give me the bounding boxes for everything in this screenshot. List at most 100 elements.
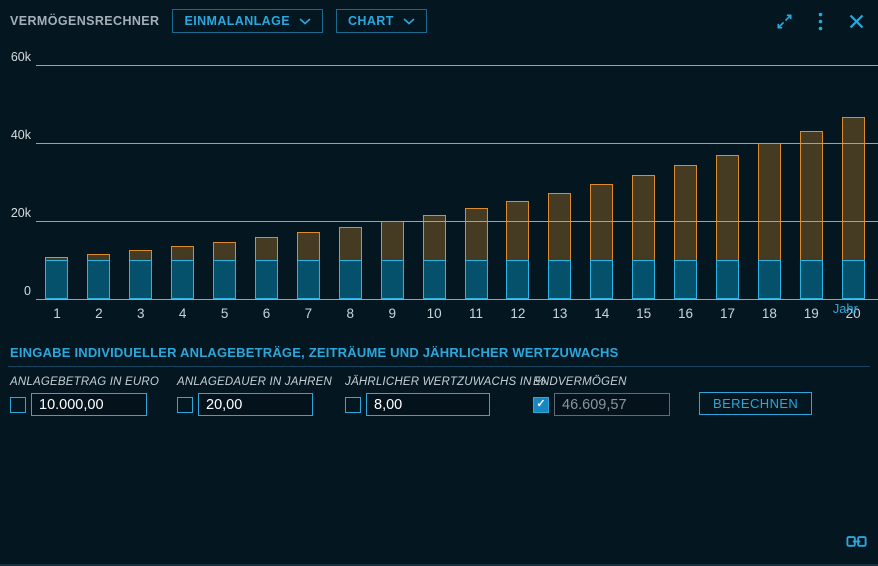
chart-bar-year-19[interactable] xyxy=(800,131,823,299)
x-tick-label: 16 xyxy=(665,306,707,321)
input-wertzuwachs[interactable]: 8,00 xyxy=(366,393,490,416)
x-tick-label: 13 xyxy=(539,306,581,321)
chart-bar-year-4[interactable] xyxy=(171,246,194,299)
gridline xyxy=(36,65,878,66)
bar-segment-base xyxy=(548,260,571,299)
chart-bar-year-13[interactable] xyxy=(548,193,571,299)
bar-segment-growth xyxy=(465,208,488,260)
bar-segment-base xyxy=(129,260,152,299)
chart-bar-year-17[interactable] xyxy=(716,155,739,299)
bar-slot xyxy=(413,215,455,299)
bar-segment-growth xyxy=(506,201,529,260)
input-endvermoegen[interactable]: 46.609,57 xyxy=(554,393,670,416)
bar-segment-growth xyxy=(842,117,865,260)
x-tick-label: 5 xyxy=(204,306,246,321)
chart-bar-year-5[interactable] xyxy=(213,242,236,299)
x-tick-label: 9 xyxy=(371,306,413,321)
bar-segment-base xyxy=(674,260,697,299)
checkbox-anlagebetrag-unchecked[interactable] xyxy=(10,397,26,413)
chart-bar-year-14[interactable] xyxy=(590,184,613,299)
close-icon[interactable] xyxy=(846,11,866,31)
checkbox-endvermoegen-checked[interactable]: ✓ xyxy=(533,397,549,413)
y-tick-label: 20k xyxy=(0,206,31,220)
dropdown-view-chart[interactable]: CHART xyxy=(336,9,427,33)
checkbox-wertzuwachs-unchecked[interactable] xyxy=(345,397,361,413)
link-icon[interactable] xyxy=(846,535,867,553)
bar-segment-base xyxy=(171,260,194,299)
header-bar: VERMÖGENSRECHNER EINMALANLAGE CHART xyxy=(0,0,878,42)
field-group-wertzuwachs: JÄHRLICHER WERTZUWACHS IN % 8,00 xyxy=(345,376,546,416)
bars-area xyxy=(36,65,874,299)
bar-segment-growth xyxy=(213,242,236,260)
x-tick-label: 11 xyxy=(455,306,497,321)
bar-slot xyxy=(371,221,413,299)
chart-bar-year-6[interactable] xyxy=(255,237,278,299)
x-tick-label: 18 xyxy=(748,306,790,321)
bar-slot xyxy=(832,117,874,299)
bar-segment-growth xyxy=(716,155,739,260)
expand-icon[interactable] xyxy=(774,11,794,31)
bar-slot xyxy=(162,246,204,299)
bar-segment-base xyxy=(506,260,529,299)
bar-segment-base xyxy=(590,260,613,299)
berechnen-button[interactable]: BERECHNEN xyxy=(699,392,812,415)
bar-segment-base xyxy=(842,260,865,299)
field-label-anlagebetrag: ANLAGEBETRAG IN EURO xyxy=(10,376,159,388)
bar-segment-growth xyxy=(297,232,320,260)
bar-slot xyxy=(539,193,581,299)
dropdown-anlageart[interactable]: EINMALANLAGE xyxy=(172,9,323,33)
dropdown-view-chart-label: CHART xyxy=(348,14,394,28)
chart-bar-year-8[interactable] xyxy=(339,227,362,299)
field-label-wertzuwachs: JÄHRLICHER WERTZUWACHS IN % xyxy=(345,376,546,388)
chart-bar-year-3[interactable] xyxy=(129,250,152,299)
bar-segment-base xyxy=(800,260,823,299)
chart-bar-year-1[interactable] xyxy=(45,257,68,299)
bar-segment-base xyxy=(758,260,781,299)
gridline xyxy=(36,221,878,222)
bar-segment-growth xyxy=(255,237,278,260)
bar-segment-growth xyxy=(758,143,781,260)
field-group-anlagedauer: ANLAGEDAUER IN JAHREN20,00 xyxy=(177,376,332,416)
bar-segment-base xyxy=(716,260,739,299)
bar-segment-base xyxy=(255,260,278,299)
input-section: EINGABE INDIVIDUELLER ANLAGEBETRÄGE, ZEI… xyxy=(0,345,878,475)
field-controls: 8,00 xyxy=(345,393,546,416)
chart-bar-year-2[interactable] xyxy=(87,254,110,299)
x-tick-label: 14 xyxy=(581,306,623,321)
chart-bar-year-15[interactable] xyxy=(632,175,655,299)
section-divider xyxy=(8,366,870,367)
x-tick-label: 2 xyxy=(78,306,120,321)
x-tick-label: 6 xyxy=(246,306,288,321)
chart-bar-year-7[interactable] xyxy=(297,232,320,299)
bar-slot xyxy=(790,131,832,299)
x-axis-line xyxy=(36,299,878,300)
input-anlagebetrag[interactable]: 10.000,00 xyxy=(31,393,147,416)
bar-segment-growth xyxy=(674,165,697,260)
bar-slot xyxy=(204,242,246,299)
chart-bar-year-16[interactable] xyxy=(674,165,697,299)
header-icons xyxy=(774,11,866,31)
chart-bar-year-12[interactable] xyxy=(506,201,529,299)
input-anlagedauer[interactable]: 20,00 xyxy=(198,393,313,416)
chart-bar-year-9[interactable] xyxy=(381,221,404,299)
x-tick-label: 12 xyxy=(497,306,539,321)
vermoegensrechner-widget: VERMÖGENSRECHNER EINMALANLAGE CHART xyxy=(0,0,878,566)
x-tick-label: 7 xyxy=(287,306,329,321)
chart-bar-year-20[interactable] xyxy=(842,117,865,299)
bar-slot xyxy=(78,254,120,299)
x-tick-label: 10 xyxy=(413,306,455,321)
chevron-down-icon xyxy=(299,18,311,25)
x-tick-label: 1 xyxy=(36,306,78,321)
bar-slot xyxy=(36,257,78,299)
x-axis-labels: 1234567891011121314151617181920 xyxy=(36,306,874,321)
bar-slot xyxy=(581,184,623,299)
chart-bar-year-10[interactable] xyxy=(423,215,446,299)
x-tick-label: 19 xyxy=(790,306,832,321)
kebab-menu-icon[interactable] xyxy=(810,11,830,31)
checkbox-anlagedauer-unchecked[interactable] xyxy=(177,397,193,413)
bar-slot xyxy=(665,165,707,299)
field-controls: ✓ 46.609,57 xyxy=(533,393,670,416)
bar-segment-growth xyxy=(800,131,823,260)
x-tick-label: 17 xyxy=(707,306,749,321)
bar-slot xyxy=(120,250,162,299)
